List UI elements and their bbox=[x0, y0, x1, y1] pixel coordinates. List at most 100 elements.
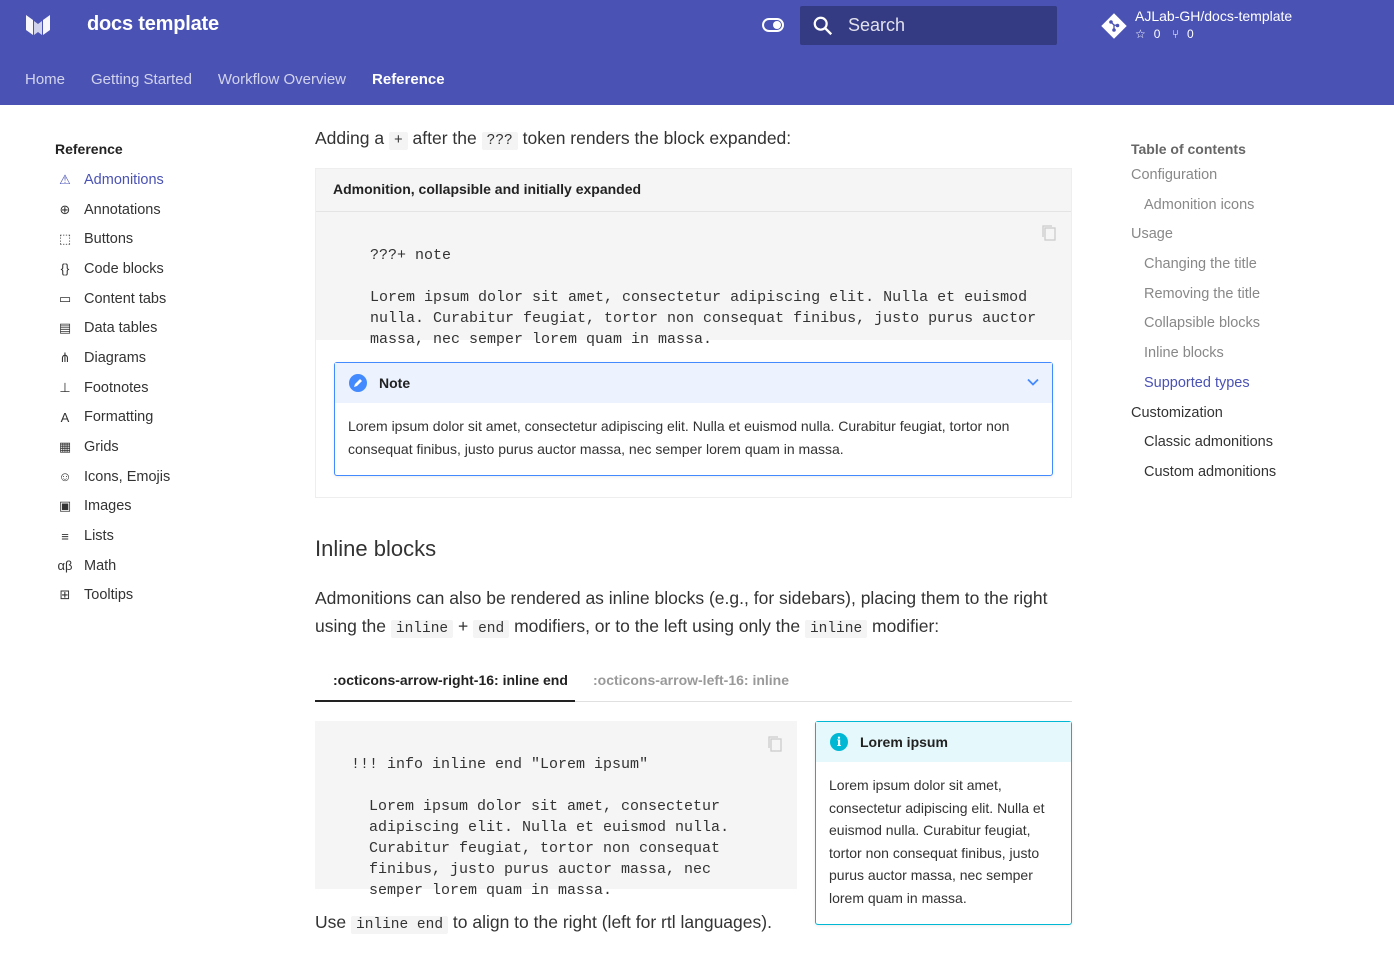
text: token renders the block expanded: bbox=[522, 128, 792, 148]
inline-code: inline bbox=[390, 620, 454, 638]
sidebar-item-annotations[interactable]: ⊕ Annotations bbox=[55, 195, 275, 225]
fork-icon: ⑂ bbox=[1171, 27, 1179, 41]
nav-getting-started[interactable]: Getting Started bbox=[91, 71, 192, 88]
text: Adding a bbox=[315, 128, 385, 148]
example-title: Admonition, collapsible and initially ex… bbox=[316, 169, 1071, 212]
repo-name: AJLab-GH/docs-template bbox=[1135, 8, 1293, 24]
code-braces-icon: {} bbox=[60, 261, 70, 277]
toc-item-removing-the-title[interactable]: Removing the title bbox=[1131, 284, 1381, 314]
note-admonition: Note Lorem ipsum dolor sit amet, consect… bbox=[334, 362, 1053, 476]
chevron-down-icon[interactable] bbox=[1026, 375, 1040, 389]
cursor-click-icon: ⬚ bbox=[58, 231, 72, 247]
sidebar-item-label: Grids bbox=[84, 439, 119, 456]
table-edit-icon: ▤ bbox=[58, 320, 72, 336]
image-icon: ▣ bbox=[58, 498, 72, 514]
sidebar-item-content-tabs[interactable]: ▭ Content tabs bbox=[55, 284, 275, 314]
info-admonition: i Lorem ipsum Lorem ipsum dolor sit amet… bbox=[815, 721, 1072, 925]
toc-item-inline-blocks[interactable]: Inline blocks bbox=[1131, 343, 1381, 373]
toc-heading: Table of contents bbox=[1131, 141, 1246, 157]
logo-icon[interactable] bbox=[25, 13, 51, 37]
sidebar-item-label: Content tabs bbox=[84, 290, 167, 307]
outro-paragraph: Use inline end to align to the right (le… bbox=[315, 908, 772, 939]
dark-mode-toggle-icon[interactable] bbox=[762, 18, 784, 32]
code-block[interactable]: ???+ note Lorem ipsum dolor sit amet, co… bbox=[316, 212, 1071, 348]
repo-stats: ☆ 0 ⑂ 0 bbox=[1135, 27, 1202, 41]
inline-code: inline end bbox=[351, 916, 449, 934]
sidebar-item-label: Annotations bbox=[84, 201, 161, 218]
header: docs template Search AJLab-GH/docs-templ… bbox=[0, 0, 1394, 105]
info-icon: i bbox=[830, 733, 848, 751]
nav-workflow-overview[interactable]: Workflow Overview bbox=[218, 71, 346, 88]
sidebar-item-code-blocks[interactable]: {} Code blocks bbox=[55, 254, 275, 284]
inline-code: end bbox=[473, 620, 510, 638]
sidebar-item-admonitions[interactable]: ⚠ Admonitions bbox=[55, 165, 275, 195]
alert-triangle-icon: ⚠ bbox=[59, 171, 71, 187]
sidebar-item-footnotes[interactable]: ⊥ Footnotes bbox=[55, 373, 275, 403]
code-block[interactable]: !!! info inline end "Lorem ipsum" Lorem … bbox=[315, 721, 797, 899]
tooltip-plus-icon: ⊞ bbox=[59, 587, 71, 603]
sidebar-item-label: Diagrams bbox=[84, 349, 147, 366]
toc-item-collapsible-blocks[interactable]: Collapsible blocks bbox=[1131, 313, 1381, 343]
sidebar-item-label: Math bbox=[84, 557, 117, 574]
plus-circle-icon: ⊕ bbox=[59, 201, 71, 217]
toc-item-admonition-icons[interactable]: Admonition icons bbox=[1131, 195, 1381, 225]
sidebar-item-label: Tooltips bbox=[84, 587, 134, 604]
star-count: 0 bbox=[1153, 27, 1161, 41]
sidebar-item-grids[interactable]: ▦ Grids bbox=[55, 432, 275, 462]
tab-inline-end[interactable]: :octicons-arrow-right-16: inline end bbox=[333, 672, 568, 688]
sidebar-item-diagrams[interactable]: ⋔ Diagrams bbox=[55, 343, 275, 373]
note-title: Note bbox=[379, 375, 411, 391]
sidebar-item-data-tables[interactable]: ▤ Data tables bbox=[55, 313, 275, 343]
search-placeholder: Search bbox=[848, 15, 906, 35]
inline-code: inline bbox=[804, 620, 868, 638]
text: modifiers, or to the left using only the bbox=[514, 616, 801, 636]
toc-item-supported-types[interactable]: Supported types bbox=[1131, 373, 1381, 403]
graph-icon: ⋔ bbox=[59, 349, 71, 365]
tab-underline bbox=[315, 700, 575, 702]
text: Use bbox=[315, 912, 347, 932]
sidebar-item-icons-emojis[interactable]: ☺ Icons, Emojis bbox=[55, 462, 275, 492]
code-text: !!! info inline end "Lorem ipsum" Lorem … bbox=[351, 756, 730, 899]
sidebar-item-tooltips[interactable]: ⊞ Tooltips bbox=[55, 581, 275, 611]
code-text: ???+ note Lorem ipsum dolor sit amet, co… bbox=[370, 247, 1037, 348]
toc-item-classic-admonitions[interactable]: Classic admonitions bbox=[1131, 432, 1381, 462]
note-header[interactable]: Note bbox=[335, 363, 1052, 403]
text: modifier: bbox=[872, 616, 940, 636]
sidebar-item-label: Buttons bbox=[84, 231, 134, 248]
toc-item-usage[interactable]: Usage bbox=[1131, 224, 1381, 254]
inline-code: ??? bbox=[481, 132, 518, 150]
sidebar-item-formatting[interactable]: A Formatting bbox=[55, 403, 275, 433]
text: to align to the right (left for rtl lang… bbox=[452, 912, 772, 932]
toc-item-configuration[interactable]: Configuration bbox=[1131, 165, 1381, 195]
format-font-icon: A bbox=[60, 409, 70, 425]
content-tabs: :octicons-arrow-right-16: inline end :oc… bbox=[315, 662, 1072, 702]
tab-icon: ▭ bbox=[58, 290, 72, 306]
site-title[interactable]: docs template bbox=[87, 13, 219, 36]
alpha-beta-icon: αβ bbox=[57, 558, 73, 574]
toc-item-customization[interactable]: Customization bbox=[1131, 403, 1381, 433]
sidebar-item-label: Lists bbox=[84, 528, 114, 545]
info-title: Lorem ipsum bbox=[860, 734, 948, 750]
sidebar-item-lists[interactable]: ≡ Lists bbox=[55, 521, 275, 551]
info-body: Lorem ipsum dolor sit amet, consectetur … bbox=[829, 777, 1045, 906]
sidebar-item-buttons[interactable]: ⬚ Buttons bbox=[55, 224, 275, 254]
copy-icon[interactable] bbox=[1041, 224, 1057, 242]
search-input[interactable]: Search bbox=[800, 6, 1057, 45]
tab-inline[interactable]: :octicons-arrow-left-16: inline bbox=[593, 672, 789, 688]
sidebar-item-label: Footnotes bbox=[84, 379, 149, 396]
sidebar-heading: Reference bbox=[55, 141, 123, 157]
toc-item-changing-the-title[interactable]: Changing the title bbox=[1131, 254, 1381, 284]
nav-reference[interactable]: Reference bbox=[372, 71, 445, 88]
top-nav: Home Getting Started Workflow Overview Refe… bbox=[25, 71, 445, 88]
sidebar-item-label: Images bbox=[84, 498, 132, 515]
copy-icon[interactable] bbox=[767, 735, 783, 753]
format-align-bottom-icon: ⊥ bbox=[59, 379, 71, 395]
table-of-contents: Table of contents Configuration Admonitio… bbox=[1131, 141, 1381, 492]
sidebar-item-images[interactable]: ▣ Images bbox=[55, 492, 275, 522]
search-icon bbox=[813, 16, 833, 36]
sidebar-item-label: Admonitions bbox=[84, 171, 164, 188]
nav-home[interactable]: Home bbox=[25, 71, 65, 88]
toc-item-custom-admonitions[interactable]: Custom admonitions bbox=[1131, 462, 1381, 492]
text: + bbox=[458, 616, 469, 636]
sidebar-item-math[interactable]: αβ Math bbox=[55, 551, 275, 581]
